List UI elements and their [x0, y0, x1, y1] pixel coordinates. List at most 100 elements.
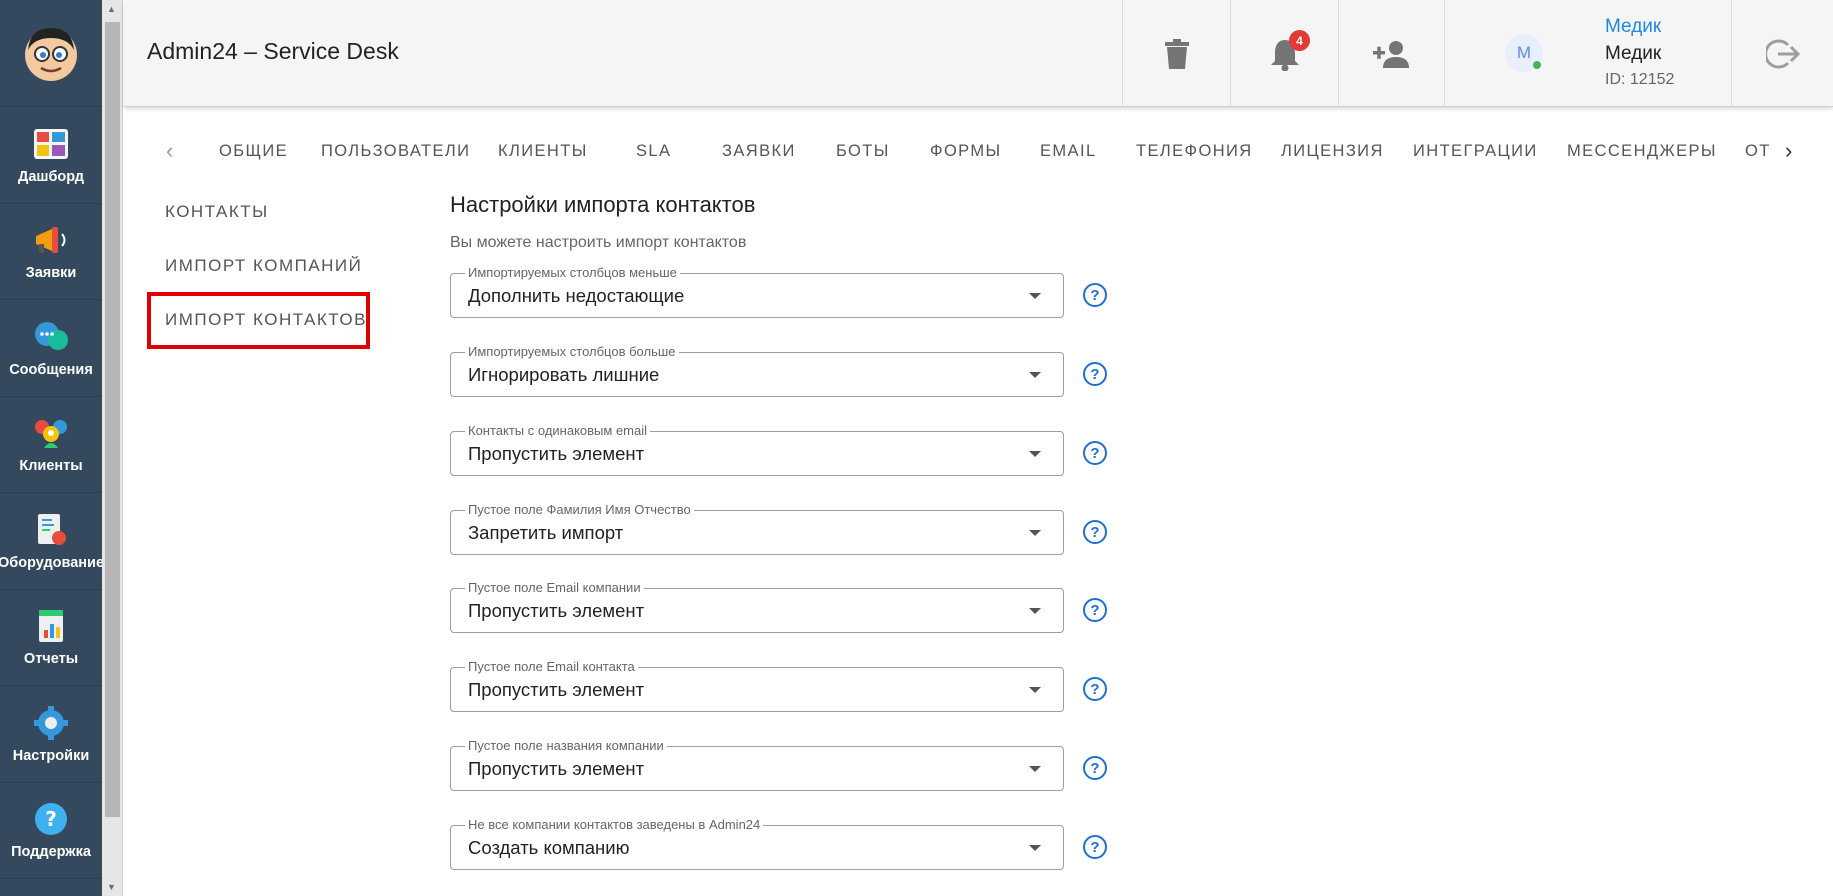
field-value: Пропустить элемент: [468, 679, 645, 700]
field-value: Пропустить элемент: [468, 600, 645, 621]
dropdown-caret-icon: [1029, 845, 1041, 851]
logo[interactable]: [0, 0, 102, 107]
tabs-next-arrow-icon[interactable]: ›: [1785, 138, 1792, 164]
tab-clients[interactable]: КЛИЕНТЫ: [498, 142, 588, 161]
field-label: Пустое поле названия компании: [465, 738, 667, 753]
field-value: Запретить импорт: [468, 522, 624, 543]
select-empty-company-email[interactable]: Пустое поле Email компании Пропустить эл…: [450, 580, 1064, 633]
dashboard-icon: [31, 125, 71, 163]
help-icon[interactable]: ?: [1083, 677, 1107, 701]
scroll-down-arrow-icon[interactable]: ▼: [107, 882, 116, 892]
tab-requests[interactable]: ЗАЯВКИ: [722, 142, 796, 161]
sidebar-item-requests[interactable]: Заявки: [0, 204, 102, 300]
tab-integrations[interactable]: ИНТЕГРАЦИИ: [1413, 142, 1538, 161]
tab-forms[interactable]: ФОРМЫ: [930, 142, 1002, 161]
sidebar-item-equipment[interactable]: Оборудование: [0, 493, 105, 590]
tab-telephony[interactable]: ТЕЛЕФОНИЯ: [1136, 142, 1253, 161]
notifications-button[interactable]: 4: [1230, 0, 1338, 107]
select-empty-fullname[interactable]: Пустое поле Фамилия Имя Отчество Запрети…: [450, 502, 1064, 555]
dropdown-caret-icon: [1029, 766, 1041, 772]
subnav-contacts[interactable]: КОНТАКТЫ: [165, 202, 269, 222]
help-icon[interactable]: ?: [1083, 441, 1107, 465]
user-profile[interactable]: M Медик Медик ID: 12152: [1444, 0, 1731, 107]
logout-button[interactable]: [1731, 0, 1833, 107]
sidebar-item-label: Дашборд: [18, 168, 84, 185]
notifications-badge: 4: [1289, 30, 1310, 51]
dropdown-caret-icon: [1029, 687, 1041, 693]
clients-icon: [31, 414, 71, 452]
tab-license[interactable]: ЛИЦЕНЗИЯ: [1281, 142, 1384, 161]
avatar-logo-icon: [25, 28, 77, 81]
sidebar-item-clients[interactable]: Клиенты: [0, 397, 102, 493]
scrollbar-thumb[interactable]: [105, 22, 120, 817]
user-name: Медик: [1605, 43, 1662, 64]
svg-text:?: ?: [45, 807, 57, 831]
tab-sla[interactable]: SLA: [636, 142, 671, 161]
tabs-prev-arrow-icon[interactable]: ‹: [166, 138, 173, 164]
tab-other-truncated[interactable]: ОТ: [1745, 142, 1773, 161]
field-label: Пустое поле Email компании: [465, 580, 644, 595]
left-sidebar: Дашборд Заявки Сообщения Клиенты Оборудо…: [0, 0, 105, 896]
tab-users[interactable]: ПОЛЬЗОВАТЕЛИ: [321, 142, 470, 161]
sidebar-item-settings[interactable]: Настройки: [0, 686, 102, 783]
sidebar-item-support[interactable]: ? Поддержка: [0, 783, 102, 879]
help-icon[interactable]: ?: [1083, 598, 1107, 622]
megaphone-icon: [31, 221, 71, 259]
page-title: Настройки импорта контактов: [450, 192, 756, 217]
sidebar-item-label: Оборудование: [0, 554, 105, 571]
tab-general[interactable]: ОБЩИЕ: [219, 142, 288, 161]
sidebar-item-label: Настройки: [12, 747, 90, 764]
scroll-up-arrow-icon[interactable]: ▲: [107, 4, 116, 14]
chat-icon: [31, 318, 71, 356]
tab-messengers[interactable]: МЕССЕНДЖЕРЫ: [1567, 142, 1717, 161]
sidebar-item-label: Клиенты: [19, 458, 83, 475]
sidebar-item-label: Отчеты: [23, 651, 79, 668]
sidebar-item-label: Поддержка: [11, 844, 91, 861]
sidebar-item-reports[interactable]: Отчеты: [0, 590, 102, 686]
select-duplicate-email[interactable]: Контакты с одинаковым email Пропустить э…: [450, 423, 1064, 476]
logout-icon: [1765, 39, 1800, 68]
dropdown-caret-icon: [1029, 530, 1041, 536]
field-value: Пропустить элемент: [468, 443, 645, 464]
field-value: Пропустить элемент: [468, 758, 645, 779]
field-label: Контакты с одинаковым email: [465, 423, 651, 438]
app-title: Admin24 – Service Desk: [147, 38, 399, 64]
field-label: Пустое поле Фамилия Имя Отчество: [465, 502, 694, 517]
sidebar-item-dashboard[interactable]: Дашборд: [0, 107, 102, 204]
help-icon[interactable]: ?: [1083, 835, 1107, 859]
field-label: Импортируемых столбцов меньше: [465, 265, 680, 280]
field-label: Не все компании контактов заведены в Adm…: [465, 817, 764, 832]
dropdown-caret-icon: [1029, 293, 1041, 299]
add-user-button[interactable]: [1338, 0, 1445, 107]
vertical-scrollbar[interactable]: ▲ ▼: [102, 0, 123, 896]
page-subtitle: Вы можете настроить импорт контактов: [450, 234, 747, 251]
sidebar-item-messages[interactable]: Сообщения: [0, 300, 102, 397]
subnav-import-companies[interactable]: ИМПОРТ КОМПАНИЙ: [165, 256, 362, 276]
highlight-box: [147, 292, 370, 349]
avatar[interactable]: M: [1505, 34, 1543, 72]
select-more-columns[interactable]: Импортируемых столбцов больше Игнорирова…: [450, 344, 1064, 397]
avatar-letter: M: [1516, 43, 1532, 62]
select-fewer-columns[interactable]: Импортируемых столбцов меньше Дополнить …: [450, 265, 1064, 318]
sidebar-item-label: Заявки: [25, 265, 77, 282]
help-icon[interactable]: ?: [1083, 520, 1107, 544]
help-icon[interactable]: ?: [1083, 283, 1107, 307]
online-status-dot: [1533, 61, 1541, 69]
gear-icon: [31, 704, 71, 742]
trash-button[interactable]: [1122, 0, 1230, 107]
help-icon[interactable]: ?: [1083, 362, 1107, 386]
user-name-link[interactable]: Медик: [1605, 16, 1661, 38]
equipment-icon: [31, 511, 71, 549]
field-value: Создать компанию: [468, 837, 630, 858]
tab-email[interactable]: EMAIL: [1040, 142, 1097, 161]
help-icon: ?: [31, 800, 71, 838]
field-value: Игнорировать лишние: [468, 364, 660, 385]
select-missing-companies[interactable]: Не все компании контактов заведены в Adm…: [450, 817, 1064, 870]
field-label: Пустое поле Email контакта: [465, 659, 638, 674]
help-icon[interactable]: ?: [1083, 756, 1107, 780]
select-empty-company-name[interactable]: Пустое поле названия компании Пропустить…: [450, 738, 1064, 791]
settings-tabs: ‹ ОБЩИЕ ПОЛЬЗОВАТЕЛИ КЛИЕНТЫ SLA ЗАЯВКИ …: [124, 130, 1833, 174]
tab-bots[interactable]: БОТЫ: [836, 142, 890, 161]
dropdown-caret-icon: [1029, 451, 1041, 457]
select-empty-contact-email[interactable]: Пустое поле Email контакта Пропустить эл…: [450, 659, 1064, 712]
